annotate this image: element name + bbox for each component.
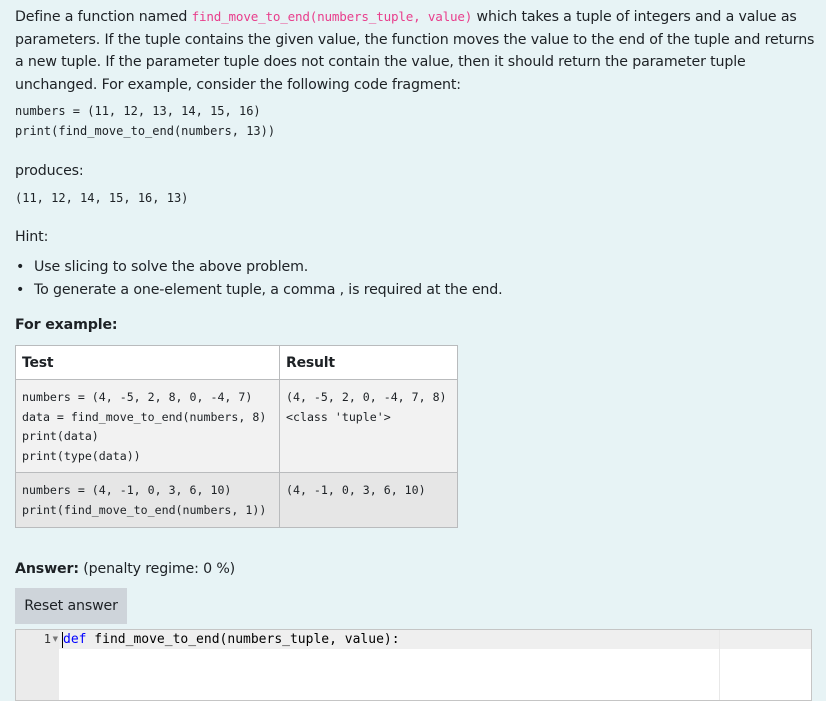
question-intro: Define a function named find_move_to_end… [15, 6, 815, 96]
result-cell: (4, -5, 2, 0, -4, 7, 8) <class 'tuple'> [279, 378, 458, 474]
hint-item: • Use slicing to solve the above problem. [15, 256, 815, 279]
test-column-header: Test [15, 345, 280, 380]
result-cell: (4, -1, 0, 3, 6, 10) [279, 472, 458, 528]
code-line[interactable]: def find_move_to_end(numbers_tuple, valu… [63, 631, 400, 649]
table-row: numbers = (4, -5, 2, 8, 0, -4, 7) data =… [15, 378, 458, 474]
code-example: numbers = (11, 12, 13, 14, 15, 16) print… [15, 104, 276, 138]
print-margin [719, 630, 720, 700]
question-text: Define a function named find_move_to_end… [15, 6, 815, 337]
produces-label: produces: [15, 163, 84, 180]
hint-item: • To generate a one-element tuple, a comm… [15, 279, 815, 302]
test-cell: numbers = (4, -5, 2, 8, 0, -4, 7) data =… [15, 378, 280, 474]
hint-text: Use slicing to solve the above problem. [34, 259, 309, 276]
output-example: (11, 12, 14, 15, 16, 13) [15, 190, 189, 205]
for-example-heading: For example: [15, 317, 118, 334]
line-number: 1 [43, 632, 51, 646]
bullet-icon: • [16, 281, 25, 298]
examples-table: Test Result numbers = (4, -5, 2, 8, 0, -… [15, 345, 458, 528]
code-line-text: find_move_to_end(numbers_tuple, value): [86, 632, 400, 647]
fold-arrow-icon[interactable]: ▼ [53, 635, 58, 643]
answer-label: Answer: [15, 561, 79, 577]
code-editor[interactable]: 1 ▼ def find_move_to_end(numbers_tuple, … [15, 629, 812, 701]
function-signature-code: find_move_to_end(numbers_tuple, value) [191, 9, 473, 24]
hint-label: Hint: [15, 229, 49, 246]
penalty-regime-text: (penalty regime: 0 %) [83, 561, 236, 577]
reset-answer-button[interactable]: Reset answer [15, 588, 127, 624]
answer-heading: Answer: (penalty regime: 0 %) [15, 561, 235, 577]
hint-list: • Use slicing to solve the above problem.… [15, 256, 815, 301]
bullet-icon: • [16, 259, 25, 276]
table-row: numbers = (4, -1, 0, 3, 6, 10) print(fin… [15, 472, 458, 528]
editor-gutter: 1 ▼ [16, 630, 59, 700]
def-keyword: def [63, 632, 87, 647]
intro-text-start: Define a function named [15, 9, 192, 25]
hint-text: To generate a one-element tuple, a comma… [34, 281, 503, 298]
result-column-header: Result [279, 345, 458, 380]
test-cell: numbers = (4, -1, 0, 3, 6, 10) print(fin… [15, 472, 280, 528]
